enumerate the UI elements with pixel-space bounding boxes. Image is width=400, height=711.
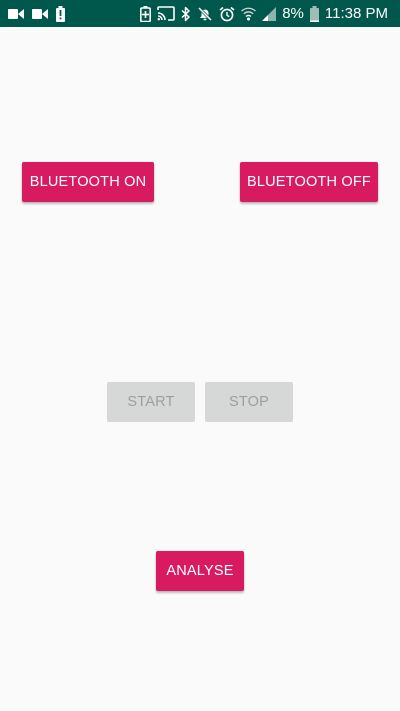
battery-saver-icon xyxy=(140,5,152,22)
status-bar: 8% 11:38 PM xyxy=(0,0,400,27)
bluetooth-icon xyxy=(181,6,191,22)
battery-icon xyxy=(309,5,319,22)
cast-icon xyxy=(157,6,176,21)
battery-alert-icon xyxy=(56,5,65,22)
video-camera-icon xyxy=(32,8,48,20)
signal-icon xyxy=(262,6,277,21)
analyse-button[interactable]: ANALYSE xyxy=(156,551,244,591)
status-bar-right: 8% 11:38 PM xyxy=(140,4,388,23)
bluetooth-on-button[interactable]: BLUETOOTH ON xyxy=(22,162,154,202)
bluetooth-off-button[interactable]: BLUETOOTH OFF xyxy=(240,162,378,202)
stop-button[interactable]: STOP xyxy=(205,382,293,422)
mute-icon xyxy=(197,6,213,22)
clock: 11:38 PM xyxy=(324,5,388,22)
battery-percent: 8% xyxy=(282,5,304,22)
wifi-icon xyxy=(241,7,257,21)
status-bar-left xyxy=(8,5,65,22)
alarm-icon xyxy=(219,6,235,22)
video-camera-icon xyxy=(8,8,24,20)
start-button[interactable]: START xyxy=(107,382,195,422)
